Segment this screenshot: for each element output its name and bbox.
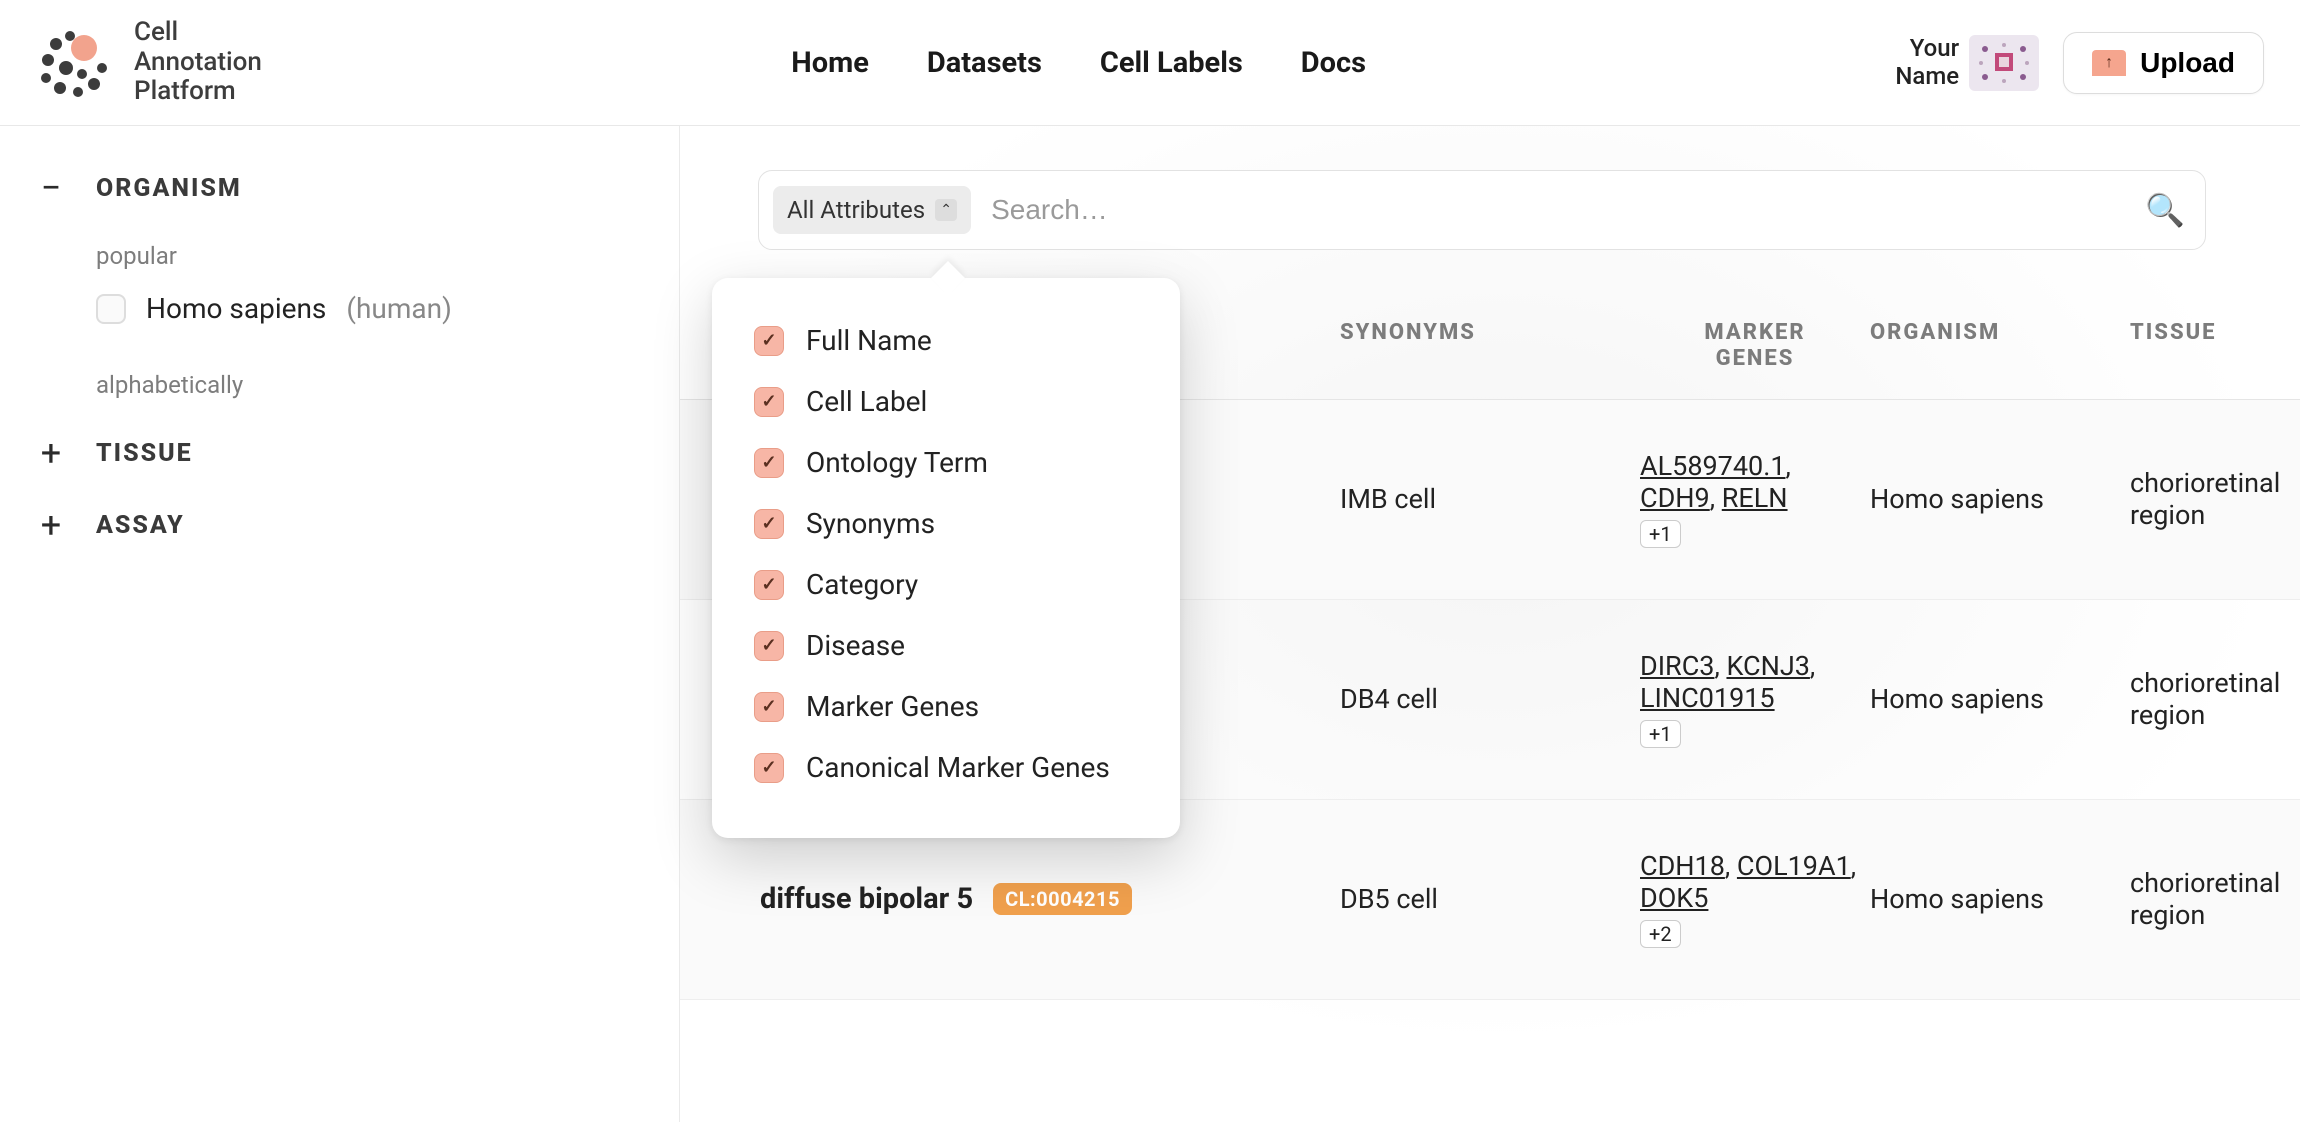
logo-icon xyxy=(36,24,114,102)
ontology-badge[interactable]: CL:0004215 xyxy=(993,883,1132,915)
filter-organism: − ORGANISM popular Homo sapiens (human) … xyxy=(34,170,645,399)
attribute-option[interactable]: ✓ Cell Label xyxy=(754,371,1138,432)
checked-icon: ✓ xyxy=(754,509,784,539)
checked-icon: ✓ xyxy=(754,570,784,600)
attribute-option[interactable]: ✓ Category xyxy=(754,554,1138,615)
cell-organism: Homo sapiens xyxy=(1870,683,2130,715)
cell-organism: Homo sapiens xyxy=(1870,883,2130,915)
gene-link[interactable]: LINC01915 xyxy=(1640,682,1775,714)
nav-datasets[interactable]: Datasets xyxy=(927,46,1042,80)
nav-docs[interactable]: Docs xyxy=(1301,46,1366,80)
filter-subhead-alpha: alphabetically xyxy=(96,371,645,399)
filter-organism-title: ORGANISM xyxy=(96,174,242,203)
attribute-option[interactable]: ✓ Ontology Term xyxy=(754,432,1138,493)
upload-button[interactable]: Upload xyxy=(2063,32,2264,94)
checked-icon: ✓ xyxy=(754,387,784,417)
checked-icon: ✓ xyxy=(754,753,784,783)
th-tissue[interactable]: TISSUE xyxy=(2130,320,2300,373)
cell-synonym: IMB cell xyxy=(1340,483,1640,515)
plus-icon: + xyxy=(34,435,70,471)
cell-tissue: chorioretinal region xyxy=(2130,867,2300,931)
more-genes-badge[interactable]: +2 xyxy=(1640,920,1681,948)
nav-home[interactable]: Home xyxy=(791,46,869,80)
minus-icon: − xyxy=(34,170,70,206)
attribute-option[interactable]: ✓ Disease xyxy=(754,615,1138,676)
filter-assay-toggle[interactable]: + ASSAY xyxy=(34,507,645,543)
attribute-option[interactable]: ✓ Canonical Marker Genes xyxy=(754,737,1138,798)
brand-text: Cell Annotation Platform xyxy=(134,18,262,108)
th-marker-genes[interactable]: MARKER GENES xyxy=(1640,320,1870,373)
cell-tissue: chorioretinal region xyxy=(2130,467,2300,531)
filter-assay-title: ASSAY xyxy=(96,511,185,540)
attribute-option-label: Synonyms xyxy=(806,507,935,540)
plus-icon: + xyxy=(34,507,70,543)
filter-subhead-popular: popular xyxy=(96,242,645,270)
option-paren: (human) xyxy=(346,292,451,325)
avatar xyxy=(1969,35,2039,91)
gene-link[interactable]: CDH18 xyxy=(1640,850,1725,882)
more-genes-badge[interactable]: +1 xyxy=(1640,520,1681,548)
cell-name-label: diffuse bipolar 5 xyxy=(760,882,973,916)
cell-name: diffuse bipolar 5 CL:0004215 xyxy=(760,882,1340,916)
attribute-option[interactable]: ✓ Marker Genes xyxy=(754,676,1138,737)
organism-option-homo-sapiens[interactable]: Homo sapiens (human) xyxy=(96,292,645,325)
upload-icon xyxy=(2092,50,2126,76)
top-nav: Home Datasets Cell Labels Docs xyxy=(791,46,1366,80)
gene-link[interactable]: RELN xyxy=(1722,482,1788,514)
filter-tissue: + TISSUE xyxy=(34,435,645,471)
checkbox-icon xyxy=(96,294,126,324)
checked-icon: ✓ xyxy=(754,448,784,478)
chevron-up-icon: ⌃ xyxy=(935,199,957,221)
filter-sidebar: − ORGANISM popular Homo sapiens (human) … xyxy=(0,126,680,1122)
attribute-dropdown: ✓ Full Name ✓ Cell Label ✓ Ontology Term ✓ Syno… xyxy=(712,278,1180,838)
filter-tissue-toggle[interactable]: + TISSUE xyxy=(34,435,645,471)
attribute-selector[interactable]: All Attributes ⌃ xyxy=(773,186,971,234)
attribute-option[interactable]: ✓ Synonyms xyxy=(754,493,1138,554)
user-name: Your Name xyxy=(1895,35,1959,90)
checked-icon: ✓ xyxy=(754,631,784,661)
search-icon[interactable]: 🔍 xyxy=(2145,191,2185,229)
upload-label: Upload xyxy=(2140,47,2235,79)
attribute-option-label: Cell Label xyxy=(806,385,927,418)
attribute-option-label: Disease xyxy=(806,629,905,662)
cell-marker-genes: AL589740.1, CDH9, RELN +1 xyxy=(1640,450,1870,548)
cell-organism: Homo sapiens xyxy=(1870,483,2130,515)
th-synonyms[interactable]: SYNONYMS xyxy=(1340,320,1640,373)
cell-marker-genes: CDH18, COL19A1, DOK5 +2 xyxy=(1640,850,1870,948)
header-right: Your Name Upload xyxy=(1895,32,2264,94)
attribute-option-label: Canonical Marker Genes xyxy=(806,751,1110,784)
search-input[interactable] xyxy=(991,194,2125,226)
filter-organism-toggle[interactable]: − ORGANISM xyxy=(34,170,645,206)
checked-icon: ✓ xyxy=(754,326,784,356)
gene-link[interactable]: DOK5 xyxy=(1640,882,1708,914)
gene-link[interactable]: KCNJ3 xyxy=(1726,650,1809,682)
search-bar: All Attributes ⌃ 🔍 xyxy=(758,170,2206,250)
attribute-option-label: Category xyxy=(806,568,918,601)
cell-synonym: DB5 cell xyxy=(1340,883,1640,915)
user-menu[interactable]: Your Name xyxy=(1895,35,2039,91)
nav-cell-labels[interactable]: Cell Labels xyxy=(1100,46,1243,80)
attribute-option[interactable]: ✓ Full Name xyxy=(754,310,1138,371)
attribute-option-label: Marker Genes xyxy=(806,690,979,723)
gene-link[interactable]: COL19A1 xyxy=(1737,850,1851,882)
checked-icon: ✓ xyxy=(754,692,784,722)
cell-tissue: chorioretinal region xyxy=(2130,667,2300,731)
brand[interactable]: Cell Annotation Platform xyxy=(36,18,262,108)
attribute-selector-label: All Attributes xyxy=(787,196,925,224)
cell-marker-genes: DIRC3, KCNJ3, LINC01915 +1 xyxy=(1640,650,1870,748)
gene-link[interactable]: AL589740.1 xyxy=(1640,450,1786,482)
option-label: Homo sapiens xyxy=(146,292,326,325)
gene-link[interactable]: DIRC3 xyxy=(1640,650,1714,682)
attribute-option-label: Ontology Term xyxy=(806,446,988,479)
app-header: Cell Annotation Platform Home Datasets C… xyxy=(0,0,2300,126)
filter-assay: + ASSAY xyxy=(34,507,645,543)
th-organism[interactable]: ORGANISM xyxy=(1870,320,2130,373)
more-genes-badge[interactable]: +1 xyxy=(1640,720,1681,748)
cell-synonym: DB4 cell xyxy=(1340,683,1640,715)
attribute-option-label: Full Name xyxy=(806,324,932,357)
filter-tissue-title: TISSUE xyxy=(96,439,193,468)
gene-link[interactable]: CDH9 xyxy=(1640,482,1710,514)
main-content: All Attributes ⌃ 🔍 ✓ Full Name ✓ Cell Label… xyxy=(680,126,2300,1122)
